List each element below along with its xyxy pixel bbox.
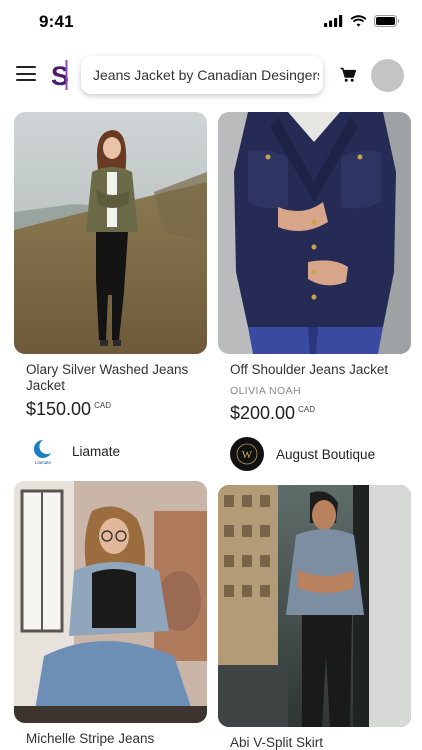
store-name: August Boutique: [276, 446, 376, 462]
product-image[interactable]: [218, 112, 411, 354]
search-input[interactable]: [93, 67, 319, 83]
product-title[interactable]: Olary Silver Washed Jeans Jacket: [26, 362, 201, 394]
search-box[interactable]: [81, 56, 323, 94]
wifi-icon: [350, 15, 367, 27]
product-card[interactable]: Off Shoulder Jeans Jacket OLIVIA NOAH $2…: [218, 112, 411, 472]
product-card[interactable]: Abi V-Split Skirt: [218, 485, 411, 750]
svg-text:W: W: [242, 449, 253, 461]
status-time: 9:41: [39, 12, 74, 31]
product-image[interactable]: [218, 485, 411, 727]
product-price: $150.00 CAD: [26, 399, 111, 420]
price-currency: CAD: [298, 405, 315, 414]
product-designer[interactable]: OLIVIA NOAH: [230, 385, 301, 397]
liamate-logo-icon: Liamate: [33, 439, 52, 465]
brand-logo[interactable]: S: [50, 59, 70, 91]
price-currency: CAD: [94, 401, 111, 410]
product-title[interactable]: Abi V-Split Skirt: [230, 735, 405, 750]
app-bar: S: [0, 52, 422, 98]
store-logo: W: [230, 437, 264, 471]
hamburger-menu-icon[interactable]: [16, 65, 36, 83]
status-bar: 9:41: [0, 0, 422, 46]
august-boutique-logo-icon: W: [236, 443, 258, 465]
profile-avatar[interactable]: [371, 59, 404, 92]
product-price: $200.00 CAD: [230, 403, 315, 424]
store-logo: Liamate: [26, 434, 60, 468]
product-title[interactable]: Off Shoulder Jeans Jacket: [230, 362, 405, 378]
price-value: $150.00: [26, 399, 92, 419]
store-name: Liamate: [72, 443, 121, 459]
product-card[interactable]: Olary Silver Washed Jeans Jacket $150.00…: [14, 112, 207, 472]
store-link[interactable]: Liamate Liamate: [26, 434, 120, 468]
product-image[interactable]: [14, 112, 207, 354]
shopping-cart-icon[interactable]: [340, 67, 356, 83]
product-image[interactable]: [14, 481, 207, 723]
svg-text:Liamate: Liamate: [35, 460, 52, 465]
store-link[interactable]: W August Boutique: [230, 437, 375, 471]
status-icons: [324, 15, 400, 27]
cellular-signal-icon: [324, 15, 343, 27]
product-card[interactable]: Michelle Stripe Jeans: [14, 481, 207, 750]
price-value: $200.00: [230, 403, 296, 423]
battery-icon: [374, 15, 400, 27]
product-title[interactable]: Michelle Stripe Jeans: [26, 731, 201, 747]
